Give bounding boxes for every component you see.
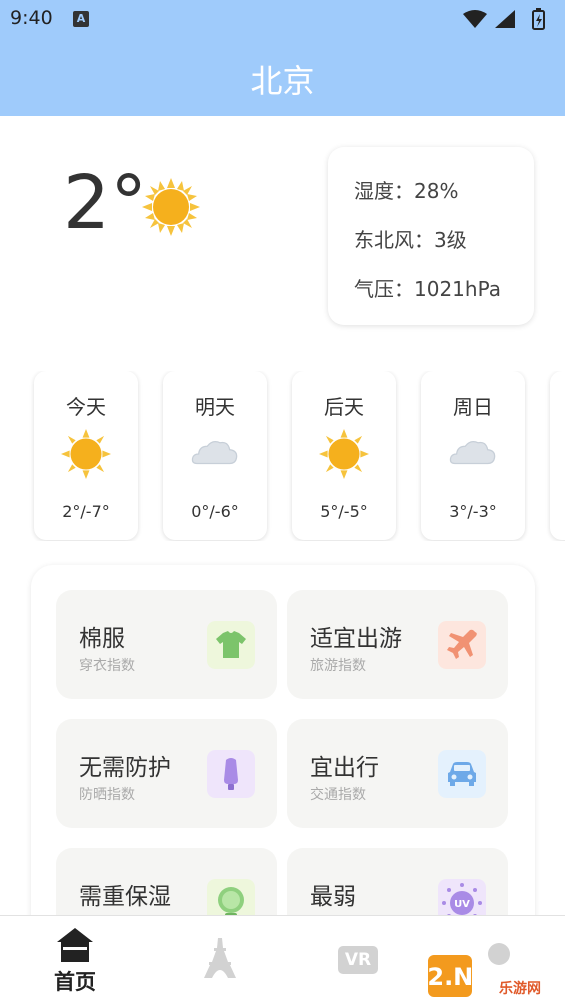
city-title[interactable]: 北京 <box>0 56 565 102</box>
site-watermark: 962.NET 乐游网 <box>394 953 561 999</box>
forecast-day: 后天 <box>324 395 364 419</box>
wifi-icon <box>463 10 487 28</box>
forecast-range: 3°/-3° <box>449 502 497 521</box>
index-title: 适宜出游 <box>310 626 402 652</box>
battery-icon <box>532 8 545 30</box>
tower-icon <box>204 938 236 978</box>
sun-icon <box>61 429 111 479</box>
life-index-panel: 棉服 穿衣指数 适宜出游 旅游指数 无需防护 防晒指数 宜出行 交通指数 需重保… <box>31 565 535 945</box>
svg-text:UV: UV <box>454 899 470 910</box>
forecast-card[interactable]: 后天 5°/-5° <box>292 371 396 540</box>
index-subtitle: 防晒指数 <box>79 787 135 803</box>
index-subtitle: 交通指数 <box>310 787 366 803</box>
system-status-icons <box>463 8 545 30</box>
index-tile-clothing[interactable]: 棉服 穿衣指数 <box>56 590 277 699</box>
index-tile-sunscreen[interactable]: 无需防护 防晒指数 <box>56 719 277 828</box>
forecast-range: 2°/-7° <box>62 502 110 521</box>
weather-details-card: 湿度：28% 东北风：3级 气压：1021hPa <box>328 147 534 325</box>
car-icon <box>438 750 486 798</box>
cloud-icon <box>449 441 496 465</box>
vr-icon: VR <box>338 946 378 974</box>
app-header: 北京 <box>0 40 565 116</box>
watermark-logo: 962.NET 乐游网 <box>394 955 541 997</box>
index-title: 最弱 <box>310 884 356 910</box>
status-time: 9:40 <box>10 7 53 29</box>
tab-home[interactable] <box>55 926 95 968</box>
index-title: 棉服 <box>79 626 125 652</box>
index-tile-traffic[interactable]: 宜出行 交通指数 <box>287 719 508 828</box>
current-temperature: 2° <box>63 160 148 246</box>
sunscreen-icon <box>207 750 255 798</box>
forecast-day: 今天 <box>66 395 106 419</box>
forecast-list[interactable]: 今天 2°/-7° 明天 0°/-6° 后天 5°/-5° 周日 3°/-3° <box>0 371 565 541</box>
forecast-day: 明天 <box>195 395 235 419</box>
index-title: 宜出行 <box>310 755 379 781</box>
status-bar: 9:40 A <box>0 0 565 40</box>
home-icon <box>57 928 93 962</box>
forecast-card[interactable]: 周日 3°/-3° <box>421 371 525 540</box>
humidity-text: 湿度：28% <box>354 179 459 203</box>
index-tile-travel[interactable]: 适宜出游 旅游指数 <box>287 590 508 699</box>
tab-home-label[interactable]: 首页 <box>54 966 96 996</box>
tab-explore[interactable] <box>200 936 240 984</box>
a-icon: A <box>73 11 89 27</box>
index-title: 需重保湿 <box>79 884 171 910</box>
signal-icon <box>495 10 515 28</box>
shirt-icon <box>207 621 255 669</box>
forecast-card[interactable]: 明天 0°/-6° <box>163 371 267 540</box>
tab-vr[interactable]: VR <box>338 946 378 974</box>
airplane-icon <box>438 621 486 669</box>
watermark-text: 962.NET <box>428 963 507 991</box>
index-subtitle: 旅游指数 <box>310 658 366 674</box>
forecast-range: 5°/-5° <box>320 502 368 521</box>
wind-text: 东北风：3级 <box>354 228 467 252</box>
forecast-card[interactable]: 今天 2°/-7° <box>34 371 138 540</box>
forecast-range: 0°/-6° <box>191 502 239 521</box>
index-title: 无需防护 <box>79 755 171 781</box>
sun-icon <box>142 178 200 236</box>
cloud-icon <box>191 441 238 465</box>
forecast-day: 周日 <box>453 395 493 419</box>
forecast-card-partial[interactable] <box>550 371 565 540</box>
sun-icon <box>319 429 369 479</box>
index-subtitle: 穿衣指数 <box>79 658 135 674</box>
pressure-text: 气压：1021hPa <box>354 277 501 301</box>
watermark-subtext: 乐游网 <box>499 980 541 997</box>
